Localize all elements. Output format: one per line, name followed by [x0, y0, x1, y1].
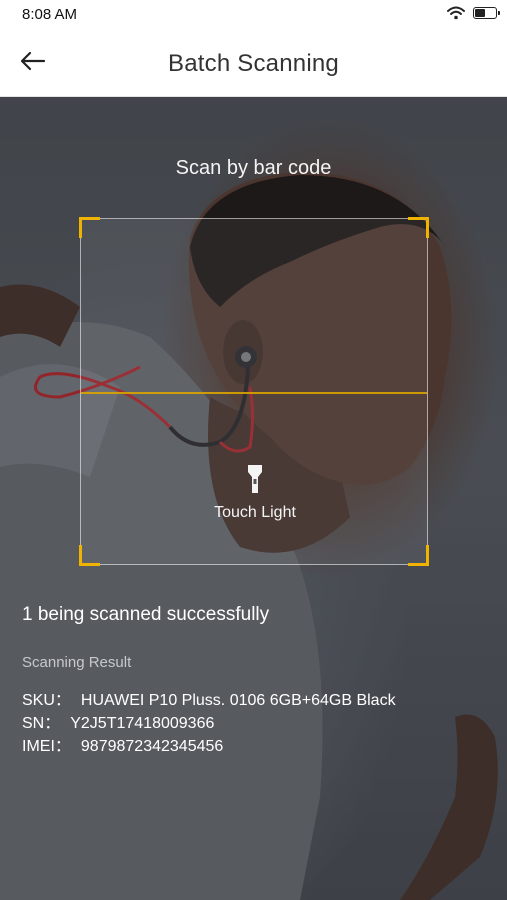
wifi-icon [447, 6, 465, 20]
sn-value: Y2J5T17418009366 [70, 715, 215, 732]
imei-row: IMEI： 9879872342345456 [22, 732, 223, 756]
camera-preview: Scan by bar code Touch Light 1 being sca… [0, 97, 507, 900]
battery-level [475, 9, 485, 17]
sku-row: SKU： HUAWEI P10 Pluss. 0106 6GB+64GB Blac… [22, 686, 396, 710]
sn-row: SN： Y2J5T17418009366 [22, 709, 214, 733]
status-time: 8:08 AM [22, 6, 78, 23]
sn-label: SN： [22, 715, 61, 732]
scan-frame-corner [79, 545, 100, 566]
scan-success-message: 1 being scanned successfully [22, 604, 270, 625]
scanning-result-heading: Scanning Result [22, 654, 132, 671]
imei-value: 9879872342345456 [80, 738, 224, 755]
scan-frame: Touch Light [79, 217, 429, 566]
flashlight-icon [248, 465, 262, 493]
touch-light-button[interactable]: Touch Light [201, 464, 309, 534]
navigation-bar: Batch Scanning [0, 30, 507, 97]
battery-icon [473, 7, 500, 19]
scan-instruction: Scan by bar code [175, 157, 332, 179]
page-title: Batch Scanning [168, 50, 339, 77]
imei-label: IMEI： [22, 738, 71, 755]
sku-label: SKU： [22, 692, 71, 709]
scan-frame-corner [408, 217, 429, 238]
touch-light-label: Touch Light [214, 504, 296, 521]
status-bar: 8:08 AM [0, 0, 507, 30]
scan-frame-corner [79, 217, 100, 238]
scan-line [81, 392, 427, 394]
sku-value: HUAWEI P10 Pluss. 0106 6GB+64GB Black [80, 692, 396, 709]
status-icons [447, 6, 500, 20]
scan-frame-corner [408, 545, 429, 566]
